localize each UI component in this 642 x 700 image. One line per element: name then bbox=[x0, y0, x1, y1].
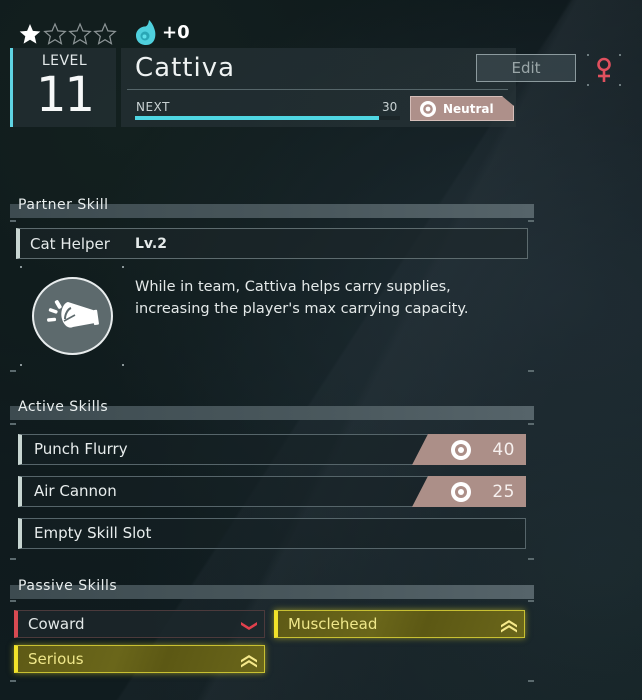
section-title-passive-skills: Passive Skills bbox=[18, 578, 118, 594]
active-skill-row[interactable]: Air Cannon 25 bbox=[18, 476, 526, 507]
xp-progress-bar bbox=[135, 116, 400, 120]
megaphone-icon bbox=[46, 300, 99, 328]
neutral-element-icon bbox=[451, 481, 472, 502]
passive-skill-positive[interactable]: Musclehead bbox=[274, 610, 525, 638]
corner-dot bbox=[20, 266, 22, 268]
corner-dot bbox=[587, 84, 589, 86]
name-divider bbox=[127, 89, 508, 90]
star-filled-icon bbox=[19, 24, 41, 44]
next-label: NEXT bbox=[136, 100, 170, 114]
corner-dot bbox=[20, 364, 22, 366]
element-label: Neutral bbox=[443, 101, 494, 116]
female-icon bbox=[597, 57, 611, 82]
skill-power-value: 40 bbox=[492, 439, 515, 460]
section-tick bbox=[10, 680, 16, 682]
active-skill-name: Punch Flurry bbox=[34, 440, 128, 458]
souls-counter: +0 bbox=[134, 18, 190, 46]
section-title-active-skills: Active Skills bbox=[18, 399, 109, 415]
partner-skill-description: While in team, Cattiva helps carry suppl… bbox=[135, 279, 469, 317]
corner-dot bbox=[122, 364, 124, 366]
section-tick bbox=[528, 220, 534, 222]
section-tick bbox=[528, 680, 534, 682]
passive-skill-name: Serious bbox=[28, 650, 84, 668]
rank-stars bbox=[18, 22, 117, 46]
section-title-partner-skill: Partner Skill bbox=[18, 197, 109, 213]
star-empty-icon bbox=[68, 22, 92, 45]
neutral-element-icon bbox=[451, 439, 472, 460]
rank-down-icon bbox=[241, 622, 257, 630]
partner-skill-icon bbox=[32, 277, 113, 355]
section-tick bbox=[10, 423, 16, 425]
partner-skill-level: Lv.2 bbox=[135, 236, 167, 252]
section-tick bbox=[528, 558, 534, 560]
active-skill-name: Empty Skill Slot bbox=[34, 524, 152, 542]
section-tick bbox=[10, 558, 16, 560]
passive-skill-negative[interactable]: Coward bbox=[14, 610, 265, 638]
section-tick bbox=[528, 370, 534, 372]
section-tick bbox=[10, 600, 16, 602]
corner-dot bbox=[122, 266, 124, 268]
active-skill-name: Air Cannon bbox=[34, 482, 117, 500]
section-tick bbox=[528, 600, 534, 602]
empty-skill-slot[interactable]: Empty Skill Slot bbox=[18, 518, 526, 549]
soul-flame-icon bbox=[136, 20, 156, 45]
passive-skill-name: Coward bbox=[28, 615, 85, 633]
corner-dot bbox=[619, 84, 621, 86]
level-box: LEVEL 11 bbox=[10, 48, 116, 127]
element-tag: Neutral bbox=[410, 96, 514, 121]
passive-skill-positive[interactable]: Serious bbox=[14, 645, 265, 673]
passive-skill-name: Musclehead bbox=[288, 615, 378, 633]
section-tick bbox=[10, 370, 16, 372]
neutral-element-icon bbox=[420, 100, 436, 117]
rank-up-2-icon bbox=[501, 620, 517, 633]
souls-value: +0 bbox=[162, 21, 190, 43]
xp-progress-fill bbox=[135, 116, 379, 120]
corner-dot bbox=[587, 54, 589, 56]
edit-name-button[interactable]: Edit bbox=[476, 54, 576, 82]
next-value: 30 bbox=[382, 100, 398, 114]
corner-dot bbox=[619, 54, 621, 56]
active-skill-row[interactable]: Punch Flurry 40 bbox=[18, 434, 526, 465]
star-empty-icon bbox=[43, 22, 67, 45]
pal-name: Cattiva bbox=[135, 53, 236, 83]
section-tick bbox=[10, 220, 16, 222]
rank-up-2-icon bbox=[241, 655, 257, 668]
skill-power-tag: 40 bbox=[412, 434, 526, 465]
partner-skill-name: Cat Helper bbox=[30, 235, 110, 253]
level-value: 11 bbox=[35, 67, 95, 123]
section-tick bbox=[528, 423, 534, 425]
star-empty-icon bbox=[93, 22, 117, 45]
skill-power-tag: 25 bbox=[412, 476, 526, 507]
gender-indicator bbox=[587, 54, 621, 86]
skill-power-value: 25 bbox=[492, 481, 515, 502]
